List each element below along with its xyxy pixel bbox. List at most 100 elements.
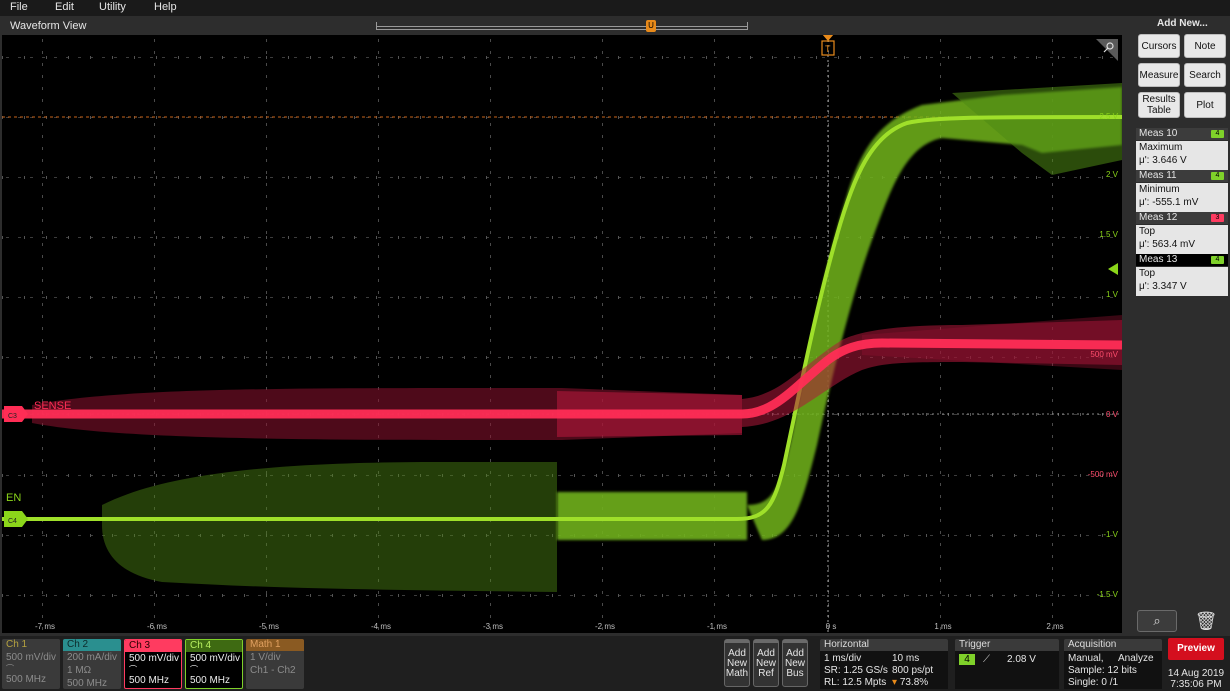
waveform-plot[interactable]: -7 ms -6 ms -5 ms -4 ms -3 ms -2 ms -1 ms 0 s 1 … (2, 34, 1123, 633)
plot-button[interactable]: Plot (1184, 92, 1226, 118)
grid-dot (940, 63, 941, 66)
grid-dot (940, 399, 941, 402)
meas-11-body[interactable]: Minimum μ': -555.1 mV (1136, 183, 1228, 212)
ch4-badge-text: C4 (8, 518, 17, 525)
menu-utility[interactable]: Utility (99, 1, 126, 13)
grid-dot (54, 535, 57, 536)
results-table-button[interactable]: Results Table (1138, 92, 1180, 118)
grid-tick (1058, 594, 1059, 597)
grid-dot (940, 603, 941, 606)
meas-13-body[interactable]: Top μ': 3.347 V (1136, 267, 1228, 296)
add-new-ref-button[interactable]: Add New Ref (753, 639, 779, 687)
grid-dot (1052, 615, 1053, 618)
grid-tick (596, 594, 597, 597)
trigger-level-arrow-icon[interactable] (1108, 263, 1118, 275)
meas-11-type: Minimum (1139, 184, 1180, 195)
grid-dot (378, 363, 379, 366)
grid-dot (1050, 177, 1053, 178)
grid-tick (948, 594, 949, 597)
grid-dot (42, 183, 43, 186)
math1-badge[interactable]: Math 1 1 V/div Ch1 - Ch2 (246, 639, 304, 689)
grid-dot (438, 57, 441, 58)
note-button[interactable]: Note (1184, 34, 1226, 58)
horizontal-badge[interactable]: Horizontal 1 ms/div 10 ms SR: 1.25 GS/s … (820, 639, 948, 689)
trash-icon[interactable]: 🗑 (1190, 610, 1222, 632)
grid-tick (860, 296, 861, 299)
cursors-button[interactable]: Cursors (1138, 34, 1180, 58)
grid-dot (678, 357, 681, 358)
grid-tick (684, 56, 685, 59)
search-button[interactable]: Search (1184, 63, 1226, 87)
grid-dot (630, 297, 633, 298)
grid-tick (156, 356, 157, 359)
grid-dot (1074, 535, 1077, 536)
grid-tick (706, 594, 707, 597)
grid-tick (134, 356, 135, 359)
grid-dot (822, 57, 825, 58)
grid-dot (940, 99, 941, 102)
grid-tick (552, 236, 553, 239)
grid-tick (2, 296, 3, 299)
grid-dot (266, 243, 267, 246)
grid-dot (490, 51, 491, 54)
meas-12-header[interactable]: Meas 12 3 (1136, 212, 1228, 224)
grid-tick (530, 356, 531, 359)
menu-help[interactable]: Help (154, 1, 177, 13)
menu-file[interactable]: File (10, 1, 28, 13)
grid-dot (570, 297, 573, 298)
meas-10-body[interactable]: Maximum μ': 3.646 V (1136, 141, 1228, 170)
grid-dot (490, 591, 491, 594)
grid-dot (474, 237, 477, 238)
grid-dot (602, 591, 603, 594)
meas-11-header[interactable]: Meas 11 4 (1136, 170, 1228, 182)
grid-tick (244, 594, 245, 597)
grid-dot (1074, 414, 1077, 415)
ch1-badge[interactable]: Ch 1 500 mV/div ⌒ 500 MHz (2, 639, 60, 689)
record-overview-bar[interactable] (376, 22, 748, 30)
grid-dot (1052, 231, 1053, 234)
grid-tick (486, 356, 487, 359)
grid-dot (150, 237, 153, 238)
ch3-reference-marker[interactable]: C3 (4, 406, 28, 422)
meas-10-header[interactable]: Meas 10 4 (1136, 128, 1228, 140)
grid-tick (684, 176, 685, 179)
grid-dot (490, 243, 491, 246)
add-new-bus-button[interactable]: Add New Bus (782, 639, 808, 687)
meas-12-body[interactable]: Top μ': 563.4 mV (1136, 225, 1228, 254)
grid-dot (954, 475, 957, 476)
grid-dot (602, 147, 603, 150)
record-position-marker[interactable]: U (646, 20, 656, 32)
meas-13-header[interactable]: Meas 13 4 (1136, 254, 1228, 266)
measure-button[interactable]: Measure (1138, 63, 1180, 87)
grid-dot (774, 177, 777, 178)
grid-dot (870, 57, 873, 58)
grid-dot (940, 159, 941, 162)
grid-dot (342, 177, 345, 178)
grid-dot (666, 177, 669, 178)
menu-edit[interactable]: Edit (55, 1, 74, 13)
grid-dot (186, 177, 189, 178)
ch1-name: Ch 1 (2, 639, 60, 651)
grid-dot (258, 177, 261, 178)
grid-tick (970, 474, 971, 477)
grid-tick (618, 356, 619, 359)
grid-dot (282, 357, 285, 358)
grid-tick (948, 176, 949, 179)
ch4-badge[interactable]: Ch 4 500 mV/div ⌒ 500 MHz (185, 639, 243, 689)
add-new-math-button[interactable]: Add New Math (724, 639, 750, 687)
ch4-reference-marker[interactable]: C4 (4, 511, 28, 527)
preview-button[interactable]: Preview (1168, 638, 1224, 660)
grid-dot (510, 357, 513, 358)
grid-dot (1062, 535, 1065, 536)
trigger-position-marker[interactable]: T (821, 34, 835, 56)
ch3-badge[interactable]: Ch 3 500 mV/div ⌒ 500 MHz (124, 639, 182, 689)
math1-expression: Ch1 - Ch2 (250, 665, 296, 676)
grid-tick (684, 594, 685, 597)
ch2-badge[interactable]: Ch 2 200 mA/div 1 MΩ 500 MHz (63, 639, 121, 689)
grid-dot (154, 135, 155, 138)
grid-tick (486, 296, 487, 299)
grid-dot (918, 177, 921, 178)
trigger-badge[interactable]: Trigger 4 ⟋ 2.08 V (955, 639, 1059, 689)
zoom-tool-button[interactable]: ⌕ (1137, 610, 1177, 632)
acquisition-badge[interactable]: Acquisition Manual, Analyze Sample: 12 b… (1064, 639, 1162, 689)
